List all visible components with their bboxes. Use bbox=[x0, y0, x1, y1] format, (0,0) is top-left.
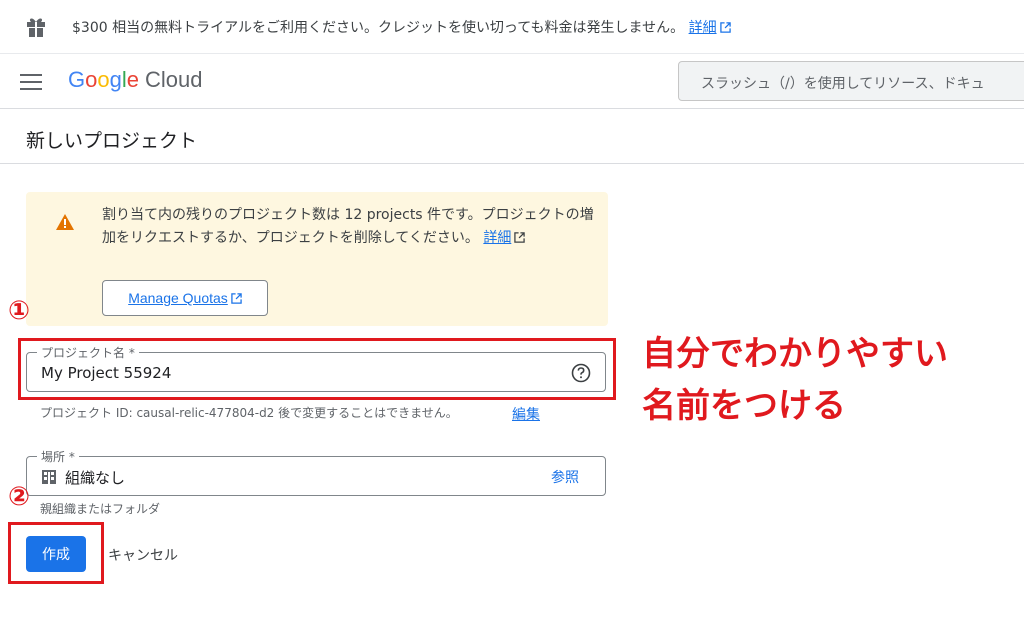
warning-icon bbox=[56, 214, 74, 230]
project-name-label: プロジェクト名 * bbox=[37, 344, 139, 361]
location-value: 組織なし bbox=[65, 469, 126, 487]
logo-letter: e bbox=[126, 67, 140, 92]
banner-details-link[interactable]: 詳細 bbox=[689, 20, 717, 36]
location-field[interactable]: 場所 * 組織なし 参照 bbox=[26, 448, 606, 496]
menu-icon[interactable] bbox=[20, 74, 42, 90]
project-id-hint: プロジェクト ID: causal-relic-477804-d2 後で変更する… bbox=[40, 406, 458, 420]
top-header: Google Cloud スラッシュ（/）を使用してリソース、ドキュ bbox=[0, 55, 1024, 109]
logo-letter: g bbox=[109, 67, 122, 92]
search-placeholder: スラッシュ（/）を使用してリソース、ドキュ bbox=[701, 76, 985, 92]
browse-button[interactable]: 参照 bbox=[551, 467, 579, 487]
location-hint: 親組織またはフォルダ bbox=[40, 502, 161, 516]
cancel-button[interactable]: キャンセル bbox=[108, 545, 178, 565]
annotation-number-1: ① bbox=[8, 296, 31, 326]
logo-product: Cloud bbox=[145, 67, 203, 92]
annotation-text-line1: 自分でわかりやすい bbox=[642, 334, 948, 374]
divider bbox=[0, 163, 1024, 164]
banner-message: $300 相当の無料トライアルをご利用ください。クレジットを使い切っても料金は発… bbox=[72, 20, 685, 36]
quota-notice: 割り当て内の残りのプロジェクト数は 12 projects 件です。プロジェクト… bbox=[26, 192, 608, 326]
external-link-icon bbox=[719, 22, 731, 33]
annotation-text-line2: 名前をつける bbox=[642, 386, 846, 426]
manage-quotas-label: Manage Quotas bbox=[128, 290, 228, 306]
project-name-field[interactable]: プロジェクト名 * My Project 55924 bbox=[26, 344, 606, 392]
location-label: 場所 * bbox=[37, 448, 79, 465]
create-button[interactable]: 作成 bbox=[26, 536, 86, 572]
gift-icon bbox=[27, 18, 45, 37]
banner-text: $300 相当の無料トライアルをご利用ください。クレジットを使い切っても料金は発… bbox=[72, 17, 731, 37]
manage-quotas-button[interactable]: Manage Quotas bbox=[102, 280, 268, 316]
logo-letter: o bbox=[97, 67, 110, 92]
notice-details-link[interactable]: 詳細 bbox=[483, 230, 511, 246]
organization-icon bbox=[42, 470, 56, 484]
logo-letter: o bbox=[85, 67, 98, 92]
logo-letter: G bbox=[68, 67, 86, 92]
project-name-value: My Project 55924 bbox=[41, 364, 172, 382]
help-icon[interactable] bbox=[571, 363, 591, 383]
edit-project-id-link[interactable]: 編集 bbox=[512, 404, 540, 424]
free-trial-banner: $300 相当の無料トライアルをご利用ください。クレジットを使い切っても料金は発… bbox=[0, 0, 1024, 54]
search-input[interactable]: スラッシュ（/）を使用してリソース、ドキュ bbox=[678, 61, 1024, 101]
annotation-number-2: ② bbox=[8, 482, 31, 512]
external-link-icon bbox=[231, 292, 242, 304]
external-link-icon bbox=[514, 232, 526, 243]
notice-text: 割り当て内の残りのプロジェクト数は 12 projects 件です。プロジェクト… bbox=[102, 204, 598, 250]
google-cloud-logo[interactable]: Google Cloud bbox=[68, 67, 203, 93]
page-title: 新しいプロジェクト bbox=[26, 130, 198, 152]
